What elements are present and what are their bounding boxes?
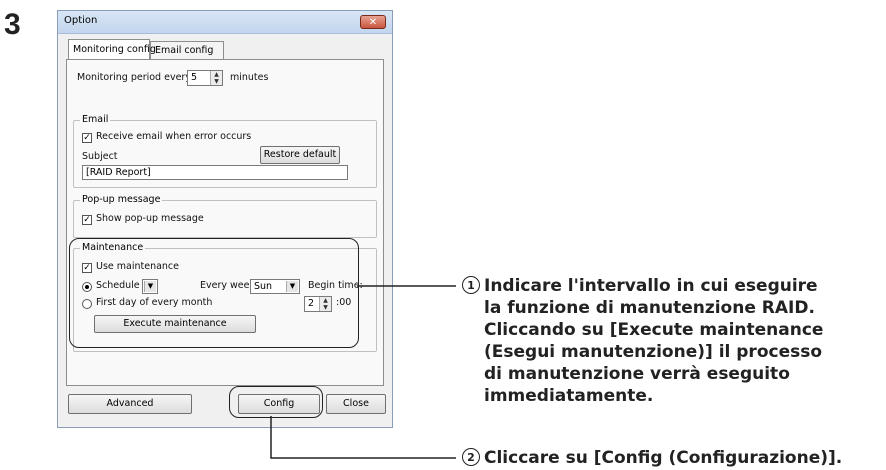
annotation-1-line-4: (Esegui manutenzione)] il processo (484, 342, 823, 362)
annotation-1-line-1: Indicare l'intervallo in cui eseguire (484, 276, 818, 296)
annotation-2: 2 Cliccare su [Config (Configurazione)]. (462, 447, 842, 469)
annotation-1-line-3: Cliccando su [Execute maintenance (484, 320, 824, 340)
annotation-1-line-2: la funzione di manutenzione RAID. (484, 298, 815, 318)
annotation-1-number: 1 (462, 276, 480, 294)
annotation-2-number: 2 (462, 448, 480, 466)
annotation-1-line-6: immediatamente. (484, 386, 654, 406)
annotation-2-text: Cliccare su [Config (Configurazione)]. (484, 448, 843, 468)
annotation-1-line-5: di manutenzione verrà eseguito (484, 364, 790, 384)
annotation-1: 1 Indicare l'intervallo in cui eseguire l… (462, 275, 823, 407)
callout-line-2 (270, 416, 456, 459)
